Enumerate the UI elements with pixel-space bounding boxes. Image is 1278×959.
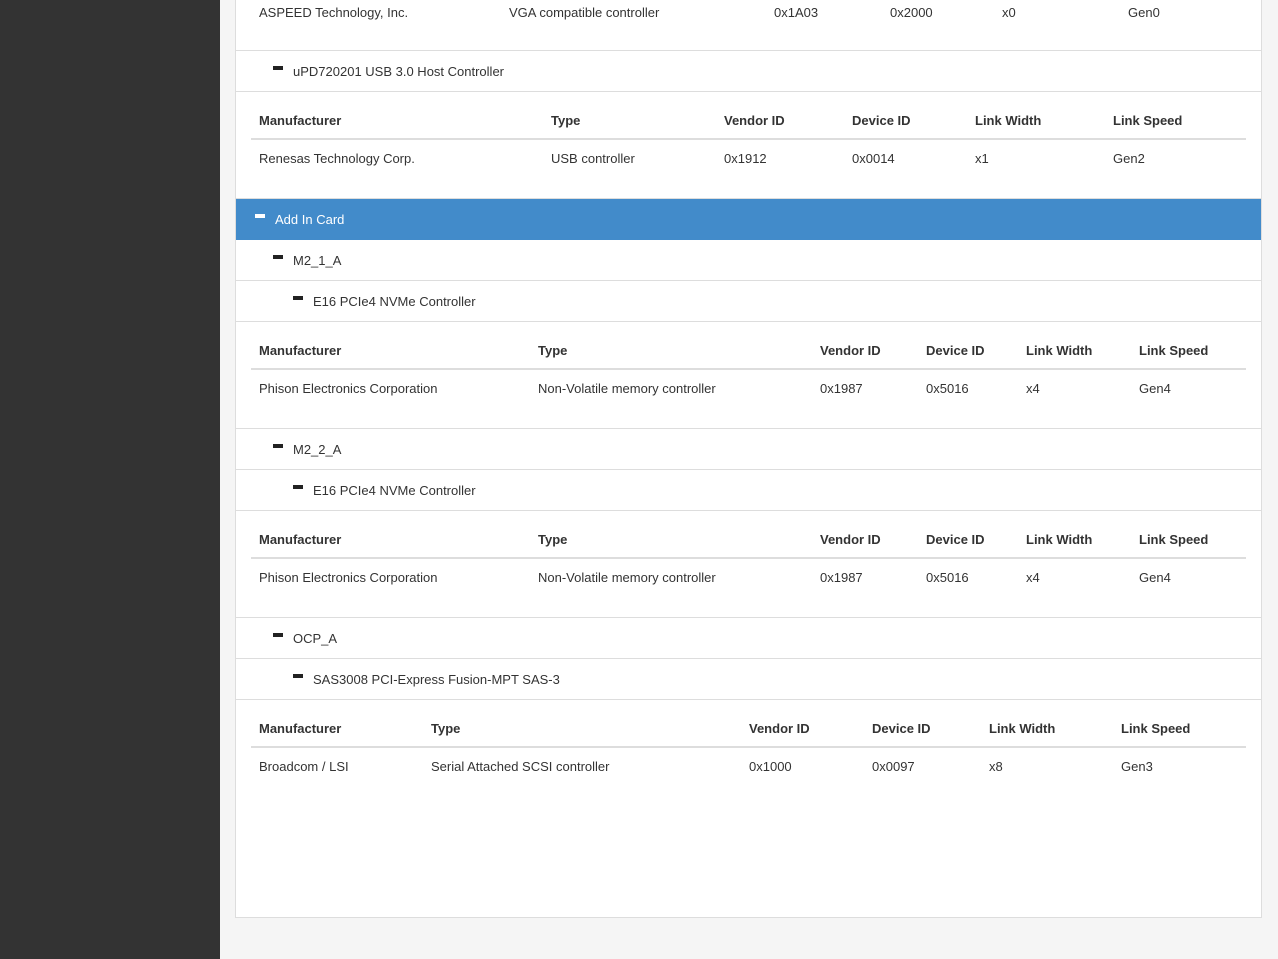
device-table: Manufacturer Type Vendor ID Device ID Li… (251, 112, 1246, 176)
cell-vendor-id: 0x1A03 (774, 5, 819, 20)
collapse-icon[interactable] (273, 255, 283, 259)
device-table: Manufacturer Type Vendor ID Device ID Li… (251, 720, 1246, 784)
column-header: Device ID (918, 342, 1018, 370)
cell-link-width: x4 (1026, 570, 1040, 585)
cell-vendor-id: 0x1987 (820, 570, 863, 585)
collapse-icon[interactable] (273, 66, 283, 70)
device-table: Manufacturer Type Vendor ID Device ID Li… (251, 342, 1246, 406)
slot-label: OCP_A (293, 630, 338, 646)
cell-link-width: x0 (1002, 5, 1016, 20)
cell-device-id: 0x0014 (852, 151, 895, 166)
tree-item-slot-ocp-a[interactable]: OCP_A (236, 618, 1261, 659)
column-header: Link Speed (1105, 112, 1246, 140)
tree-item-slot-m2-2-a[interactable]: M2_2_A (236, 429, 1261, 470)
tree-item-usb-controller[interactable]: uPD720201 USB 3.0 Host Controller (236, 51, 1261, 92)
cell-type: Non-Volatile memory controller (538, 381, 716, 396)
collapse-icon[interactable] (293, 296, 303, 300)
column-header: Link Width (981, 720, 1113, 748)
cell-type: USB controller (551, 151, 635, 166)
cell-link-speed: Gen2 (1113, 151, 1145, 166)
collapse-icon[interactable] (293, 674, 303, 678)
cell-link-speed: Gen0 (1128, 5, 1160, 20)
column-header: Link Width (1018, 531, 1131, 559)
collapse-icon[interactable] (273, 633, 283, 637)
slot-label: M2_2_A (293, 441, 342, 457)
column-header: Link Speed (1113, 720, 1246, 748)
device-details: Manufacturer Type Vendor ID Device ID Li… (236, 322, 1261, 429)
cell-manufacturer: Renesas Technology Corp. (259, 151, 415, 166)
device-table: Manufacturer Type Vendor ID Device ID Li… (251, 531, 1246, 595)
tree-item-device[interactable]: E16 PCIe4 NVMe Controller (236, 281, 1261, 322)
column-header: Device ID (864, 720, 981, 748)
column-header: Type (530, 531, 812, 559)
column-header: Type (423, 720, 741, 748)
device-details: Manufacturer Type Vendor ID Device ID Li… (236, 700, 1261, 806)
column-header: Vendor ID (812, 342, 918, 370)
column-header: Manufacturer (251, 720, 423, 748)
category-add-in-card[interactable]: Add In Card (236, 199, 1261, 240)
cell-vendor-id: 0x1987 (820, 381, 863, 396)
tree-item-label: uPD720201 USB 3.0 Host Controller (293, 63, 505, 79)
hardware-panel: ASPEED Technology, Inc. VGA compatible c… (235, 0, 1262, 918)
collapse-icon[interactable] (255, 214, 265, 218)
table-header-row: Manufacturer Type Vendor ID Device ID Li… (251, 531, 1246, 559)
cell-manufacturer: Broadcom / LSI (259, 759, 349, 774)
cell-type: Serial Attached SCSI controller (431, 759, 610, 774)
device-label: E16 PCIe4 NVMe Controller (313, 293, 476, 309)
cell-device-id: 0x2000 (890, 5, 933, 20)
cell-link-speed: Gen3 (1121, 759, 1153, 774)
table-row: ASPEED Technology, Inc. VGA compatible c… (251, 0, 1168, 30)
category-label: Add In Card (275, 211, 345, 227)
cell-link-width: x4 (1026, 381, 1040, 396)
column-header: Manufacturer (251, 342, 530, 370)
table-row: Renesas Technology Corp. USB controller … (251, 139, 1246, 176)
previous-device-table: ASPEED Technology, Inc. VGA compatible c… (236, 0, 1261, 51)
device-table: ASPEED Technology, Inc. VGA compatible c… (251, 0, 1168, 30)
usb-device-details: Manufacturer Type Vendor ID Device ID Li… (236, 92, 1261, 199)
cell-link-speed: Gen4 (1139, 381, 1171, 396)
table-header-row: Manufacturer Type Vendor ID Device ID Li… (251, 342, 1246, 370)
device-label: E16 PCIe4 NVMe Controller (313, 482, 476, 498)
cell-device-id: 0x5016 (926, 570, 969, 585)
column-header: Vendor ID (716, 112, 844, 140)
table-header-row: Manufacturer Type Vendor ID Device ID Li… (251, 112, 1246, 140)
column-header: Manufacturer (251, 112, 543, 140)
tree-item-device[interactable]: SAS3008 PCI-Express Fusion-MPT SAS-3 (236, 659, 1261, 700)
column-header: Vendor ID (812, 531, 918, 559)
table-row: Broadcom / LSI Serial Attached SCSI cont… (251, 747, 1246, 784)
column-header: Device ID (844, 112, 967, 140)
tree-item-slot-m2-1-a[interactable]: M2_1_A (236, 240, 1261, 281)
device-details: Manufacturer Type Vendor ID Device ID Li… (236, 511, 1261, 618)
collapse-icon[interactable] (293, 485, 303, 489)
cell-vendor-id: 0x1000 (749, 759, 792, 774)
sidebar (0, 0, 220, 959)
column-header: Link Width (967, 112, 1105, 140)
collapse-icon[interactable] (273, 444, 283, 448)
column-header: Manufacturer (251, 531, 530, 559)
cell-type: Non-Volatile memory controller (538, 570, 716, 585)
cell-device-id: 0x0097 (872, 759, 915, 774)
column-header: Device ID (918, 531, 1018, 559)
column-header: Type (530, 342, 812, 370)
cell-manufacturer: Phison Electronics Corporation (259, 381, 438, 396)
cell-device-id: 0x5016 (926, 381, 969, 396)
table-header-row: Manufacturer Type Vendor ID Device ID Li… (251, 720, 1246, 748)
column-header: Type (543, 112, 716, 140)
cell-link-width: x1 (975, 151, 989, 166)
column-header: Vendor ID (741, 720, 864, 748)
column-header: Link Speed (1131, 342, 1246, 370)
cell-type: VGA compatible controller (509, 5, 660, 20)
column-header: Link Width (1018, 342, 1131, 370)
cell-manufacturer: ASPEED Technology, Inc. (259, 5, 409, 20)
slot-label: M2_1_A (293, 252, 342, 268)
tree-item-device[interactable]: E16 PCIe4 NVMe Controller (236, 470, 1261, 511)
cell-link-speed: Gen4 (1139, 570, 1171, 585)
table-row: Phison Electronics Corporation Non-Volat… (251, 369, 1246, 406)
column-header: Link Speed (1131, 531, 1246, 559)
cell-manufacturer: Phison Electronics Corporation (259, 570, 438, 585)
device-label: SAS3008 PCI-Express Fusion-MPT SAS-3 (313, 671, 560, 687)
cell-vendor-id: 0x1912 (724, 151, 767, 166)
cell-link-width: x8 (989, 759, 1003, 774)
table-row: Phison Electronics Corporation Non-Volat… (251, 558, 1246, 595)
